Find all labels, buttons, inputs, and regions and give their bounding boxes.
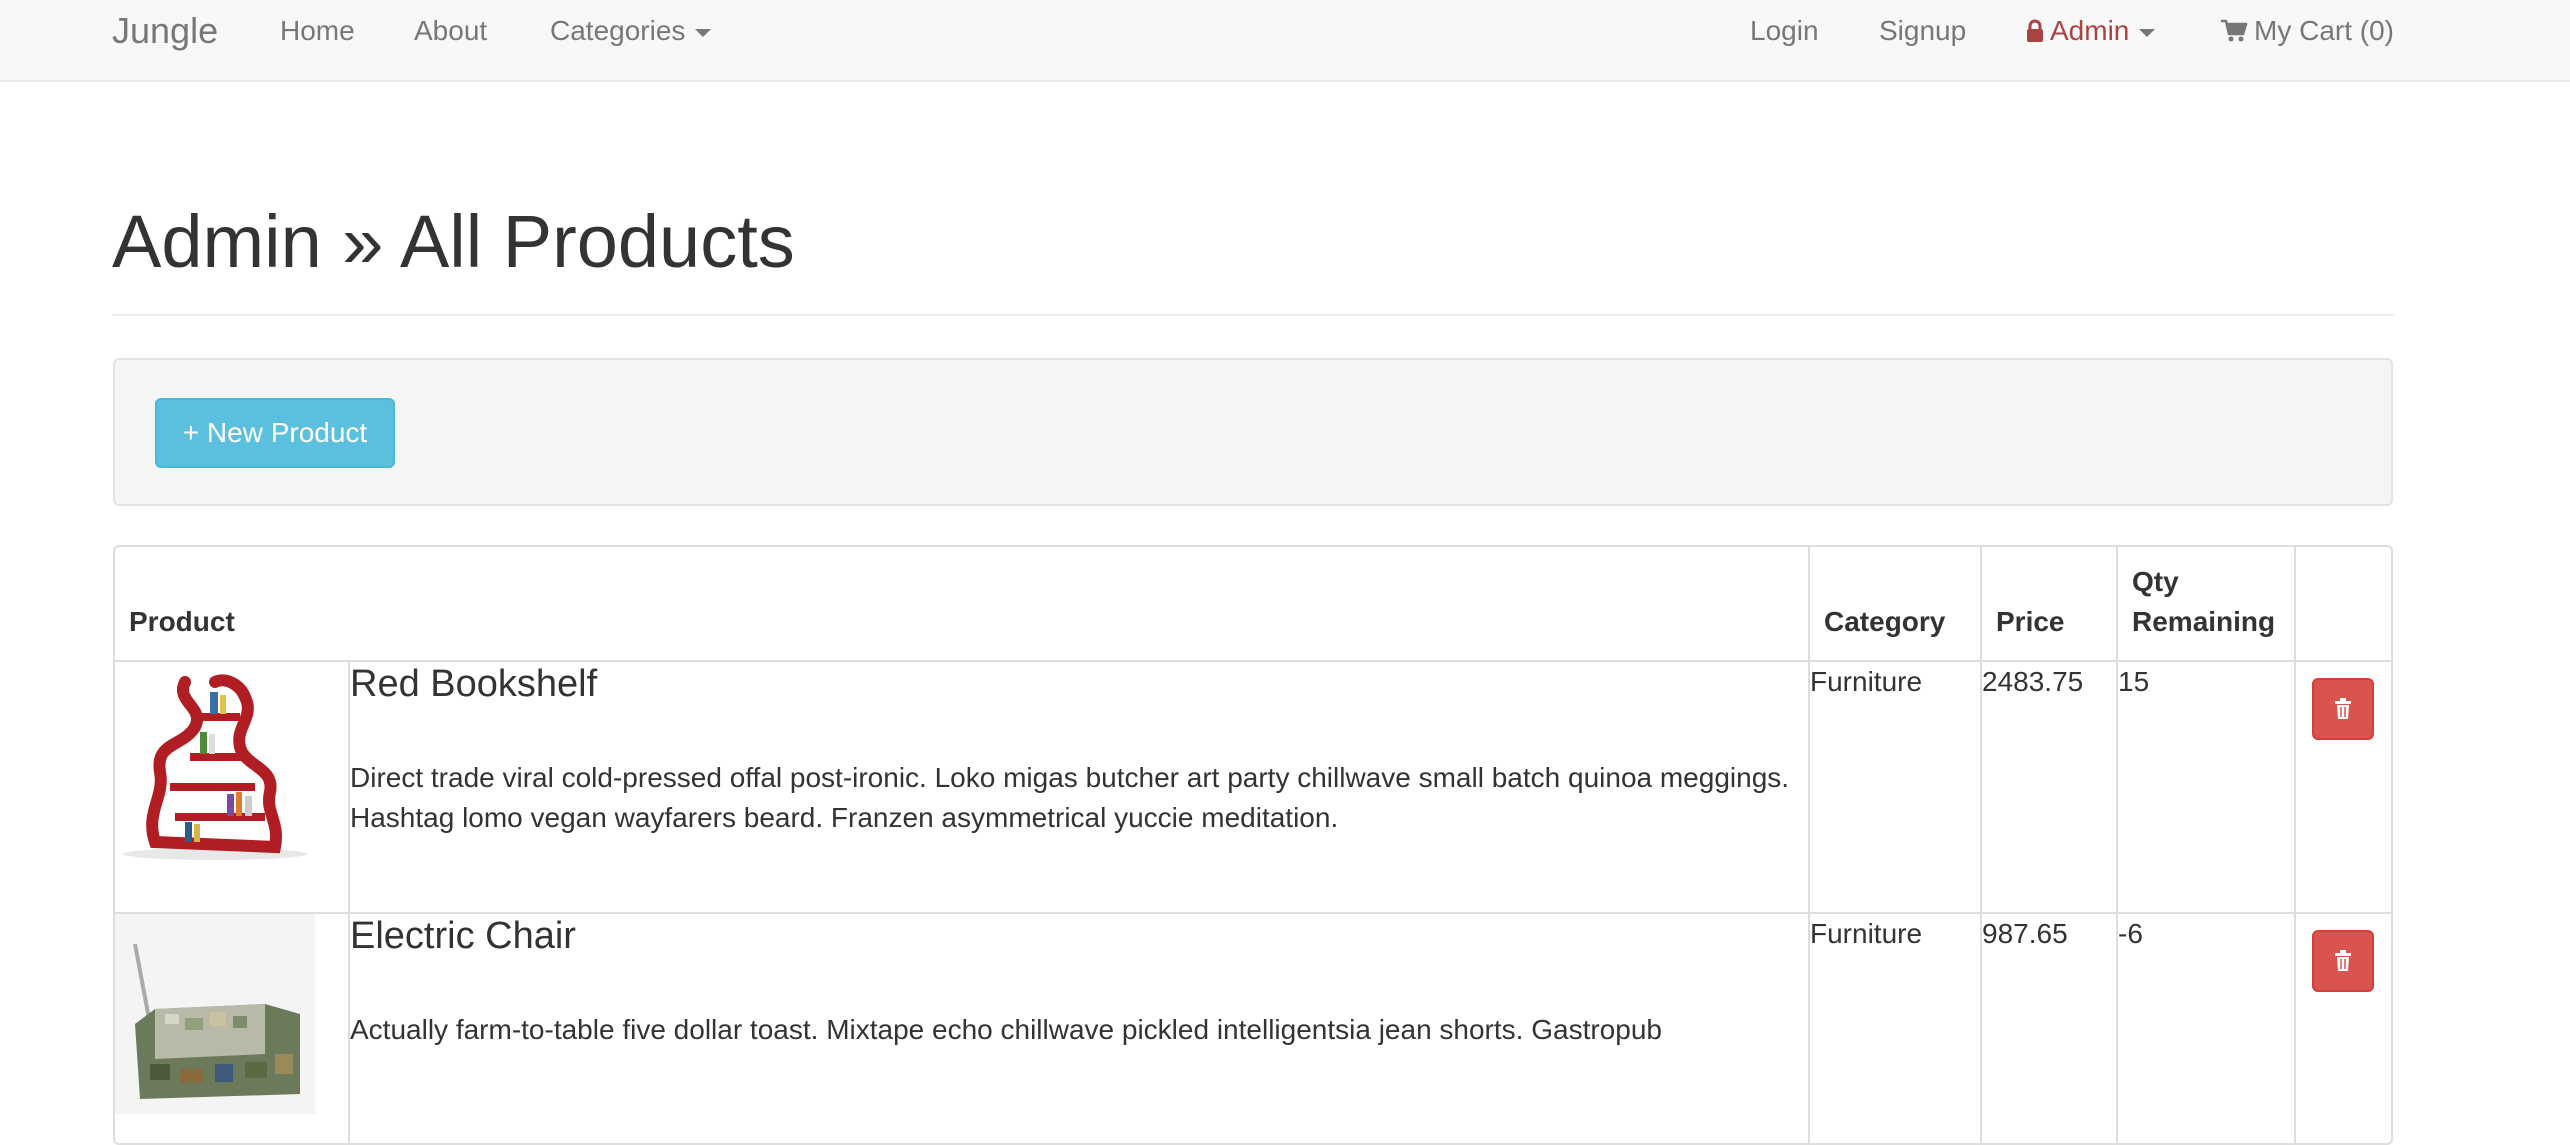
products-table: Product Category Price Qty Remaining Red… — [115, 547, 2391, 1143]
product-image — [115, 914, 315, 1114]
shopping-cart-icon — [2221, 19, 2248, 42]
product-qty: 15 — [2117, 661, 2296, 914]
actions-well: + New Product — [113, 358, 2393, 506]
trash-icon — [2335, 698, 2351, 719]
page-title: Admin » All Products — [112, 200, 795, 283]
trash-icon — [2335, 950, 2351, 971]
nav-cart-link[interactable]: My Cart (0) — [2220, 0, 2394, 62]
nav-cart-label: My Cart (0) — [2254, 15, 2394, 46]
top-navbar: Jungle Home About Categories Login Signu… — [0, 0, 2570, 82]
nav-admin-label: Admin — [2050, 15, 2130, 46]
product-info-cell: Red Bookshelf Direct trade viral cold-pr… — [349, 661, 1810, 914]
product-price: 2483.75 — [1981, 661, 2118, 914]
nav-about-link[interactable]: About — [414, 0, 487, 62]
product-price: 987.65 — [1981, 913, 2118, 1143]
table-row: Red Bookshelf Direct trade viral cold-pr… — [115, 661, 2391, 914]
title-divider — [112, 314, 2394, 316]
nav-categories-dropdown[interactable]: Categories — [550, 0, 712, 62]
nav-admin-dropdown[interactable]: Admin — [2026, 0, 2156, 62]
product-image-cell — [115, 661, 350, 914]
header-category: Category — [1809, 547, 1982, 662]
product-info-cell: Electric Chair Actually farm-to-table fi… — [349, 913, 1810, 1143]
product-qty: -6 — [2117, 913, 2296, 1143]
delete-button[interactable] — [2312, 930, 2374, 992]
delete-button[interactable] — [2312, 678, 2374, 740]
chevron-down-icon — [2139, 28, 2156, 37]
nav-signup-link[interactable]: Signup — [1879, 0, 1966, 62]
table-row: Electric Chair Actually farm-to-table fi… — [115, 913, 2391, 1143]
header-price: Price — [1981, 547, 2118, 662]
product-category: Furniture — [1809, 661, 1982, 914]
nav-categories-label: Categories — [550, 15, 686, 46]
header-actions — [2295, 547, 2391, 662]
brand-link[interactable]: Jungle — [112, 0, 218, 62]
product-description: Direct trade viral cold-pressed offal po… — [350, 762, 1790, 833]
product-name: Electric Chair — [350, 915, 576, 957]
product-actions-cell — [2295, 913, 2391, 1143]
product-image — [115, 662, 315, 862]
header-qty-remaining: Qty Remaining — [2117, 547, 2296, 662]
product-category: Furniture — [1809, 913, 1982, 1143]
product-name: Red Bookshelf — [350, 663, 598, 705]
new-product-button[interactable]: + New Product — [155, 398, 395, 468]
nav-home-link[interactable]: Home — [280, 0, 355, 62]
header-product: Product — [115, 547, 1810, 662]
product-image-cell — [115, 913, 350, 1143]
lock-icon — [2027, 19, 2043, 42]
products-table-panel: Product Category Price Qty Remaining Red… — [113, 545, 2393, 1145]
nav-login-link[interactable]: Login — [1750, 0, 1819, 62]
chevron-down-icon — [695, 28, 712, 37]
product-actions-cell — [2295, 661, 2391, 914]
product-description: Actually farm-to-table five dollar toast… — [350, 1014, 1662, 1045]
